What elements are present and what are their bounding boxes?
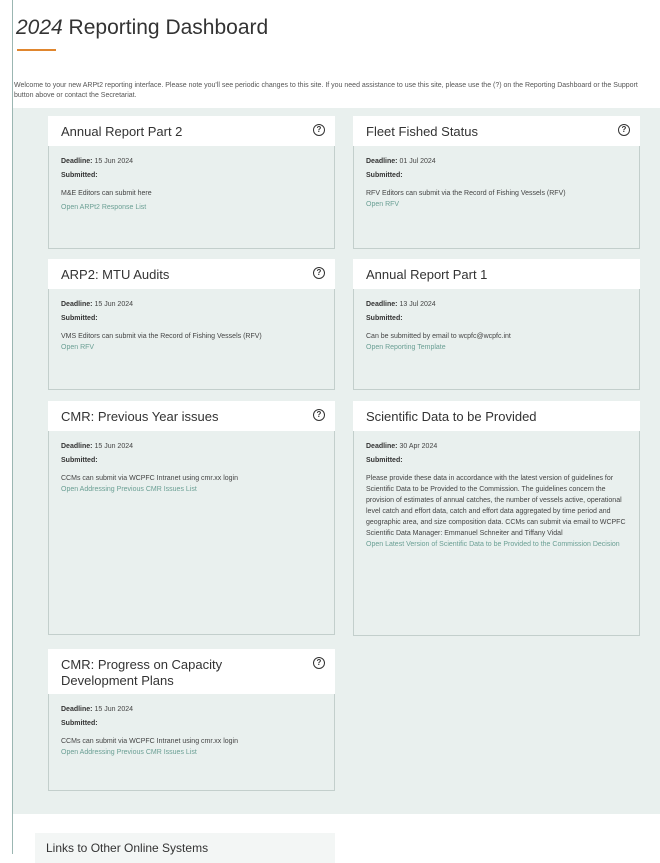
help-circle-icon[interactable]: ? [313,267,325,279]
title-text: Reporting Dashboard [62,16,269,39]
card-title: CMR: Progress on Capacity Development Pl… [61,657,223,688]
card-arp2-mtu-audits: ARP2: MTU Audits ? Deadline: 15 Jun 2024… [48,259,335,390]
page-title: 2024 Reporting Dashboard [16,16,268,40]
card-fleet-fished-status: Fleet Fished Status ? Deadline: 01 Jul 2… [353,116,640,249]
deadline-label: Deadline: [61,301,93,308]
deadline-label: Deadline: [366,158,398,165]
card-description: Please provide these data in accordance … [366,475,626,537]
card-description: CCMs can submit via WCPFC Intranet using… [61,475,238,482]
card-description: Can be submitted by email to wcpfc@wcpfc… [366,333,511,340]
card-header: Fleet Fished Status ? [353,116,640,146]
submitted-label: Submitted: [366,172,403,179]
card-description: M&E Editors can submit here [61,190,152,197]
deadline-label: Deadline: [61,443,93,450]
card-description: RFV Editors can submit via the Record of… [366,190,566,197]
open-scientific-data-decision-link[interactable]: Open Latest Version of Scientific Data t… [366,539,627,550]
links-to-other-systems: Links to Other Online Systems [35,833,335,863]
card-title: Fleet Fished Status [366,124,478,139]
card-body: Deadline: 30 Apr 2024 Submitted: Please … [353,431,640,636]
intro-text: Welcome to your new ARPt2 reporting inte… [14,82,638,99]
card-header: ARP2: MTU Audits ? [48,259,335,289]
open-rfv-link[interactable]: Open RFV [366,199,627,210]
card-header: Annual Report Part 2 ? [48,116,335,146]
card-header: Annual Report Part 1 [353,259,640,289]
card-title: Annual Report Part 1 [366,267,488,282]
open-rfv-link[interactable]: Open RFV [61,342,322,353]
card-body: Deadline: 15 Jun 2024 Submitted: M&E Edi… [48,146,335,249]
help-circle-icon[interactable]: ? [618,124,630,136]
card-header: Scientific Data to be Provided [353,401,640,431]
submitted-label: Submitted: [61,315,98,322]
card-cmr-capacity-development: CMR: Progress on Capacity Development Pl… [48,649,335,791]
open-arpt2-response-list-link[interactable]: Open ARPt2 Response List [61,202,322,213]
submitted-label: Submitted: [366,315,403,322]
title-year: 2024 [16,16,63,39]
card-scientific-data: Scientific Data to be Provided Deadline:… [353,401,640,636]
open-previous-cmr-issues-link[interactable]: Open Addressing Previous CMR Issues List [61,484,322,495]
submitted-label: Submitted: [366,457,403,464]
links-section-title: Links to Other Online Systems [46,841,209,855]
card-title: Annual Report Part 2 [61,124,183,139]
deadline-value: 15 Jun 2024 [94,706,134,713]
deadline-value: 01 Jul 2024 [399,158,436,165]
submitted-label: Submitted: [61,720,98,727]
card-annual-report-part-2: Annual Report Part 2 ? Deadline: 15 Jun … [48,116,335,249]
help-circle-icon[interactable]: ? [313,409,325,421]
deadline-value: 15 Jun 2024 [94,443,134,450]
card-body: Deadline: 15 Jun 2024 Submitted: VMS Edi… [48,289,335,390]
open-previous-cmr-issues-link[interactable]: Open Addressing Previous CMR Issues List [61,747,322,758]
deadline-value: 15 Jun 2024 [94,158,134,165]
card-header: CMR: Previous Year issues ? [48,401,335,431]
card-title: ARP2: MTU Audits [61,267,170,282]
deadline-label: Deadline: [61,706,93,713]
card-body: Deadline: 15 Jun 2024 Submitted: CCMs ca… [48,431,335,635]
title-underline [17,49,56,51]
card-annual-report-part-1: Annual Report Part 1 Deadline: 13 Jul 20… [353,259,640,390]
help-circle-icon[interactable]: ? [313,124,325,136]
card-description: CCMs can submit via WCPFC Intranet using… [61,738,238,745]
card-description: VMS Editors can submit via the Record of… [61,333,262,340]
card-title: Scientific Data to be Provided [366,409,537,424]
help-circle-icon[interactable]: ? [313,657,325,669]
card-header: CMR: Progress on Capacity Development Pl… [48,649,335,694]
submitted-label: Submitted: [61,172,98,179]
deadline-label: Deadline: [366,443,398,450]
deadline-label: Deadline: [61,158,93,165]
deadline-value: 30 Apr 2024 [399,443,438,450]
card-body: Deadline: 01 Jul 2024 Submitted: RFV Edi… [353,146,640,249]
card-body: Deadline: 15 Jun 2024 Submitted: CCMs ca… [48,694,335,791]
card-body: Deadline: 13 Jul 2024 Submitted: Can be … [353,289,640,390]
card-title: CMR: Previous Year issues [61,409,219,424]
deadline-value: 13 Jul 2024 [399,301,436,308]
open-reporting-template-link[interactable]: Open Reporting Template [366,342,627,353]
submitted-label: Submitted: [61,457,98,464]
deadline-label: Deadline: [366,301,398,308]
card-cmr-previous-year-issues: CMR: Previous Year issues ? Deadline: 15… [48,401,335,635]
deadline-value: 15 Jun 2024 [94,301,134,308]
